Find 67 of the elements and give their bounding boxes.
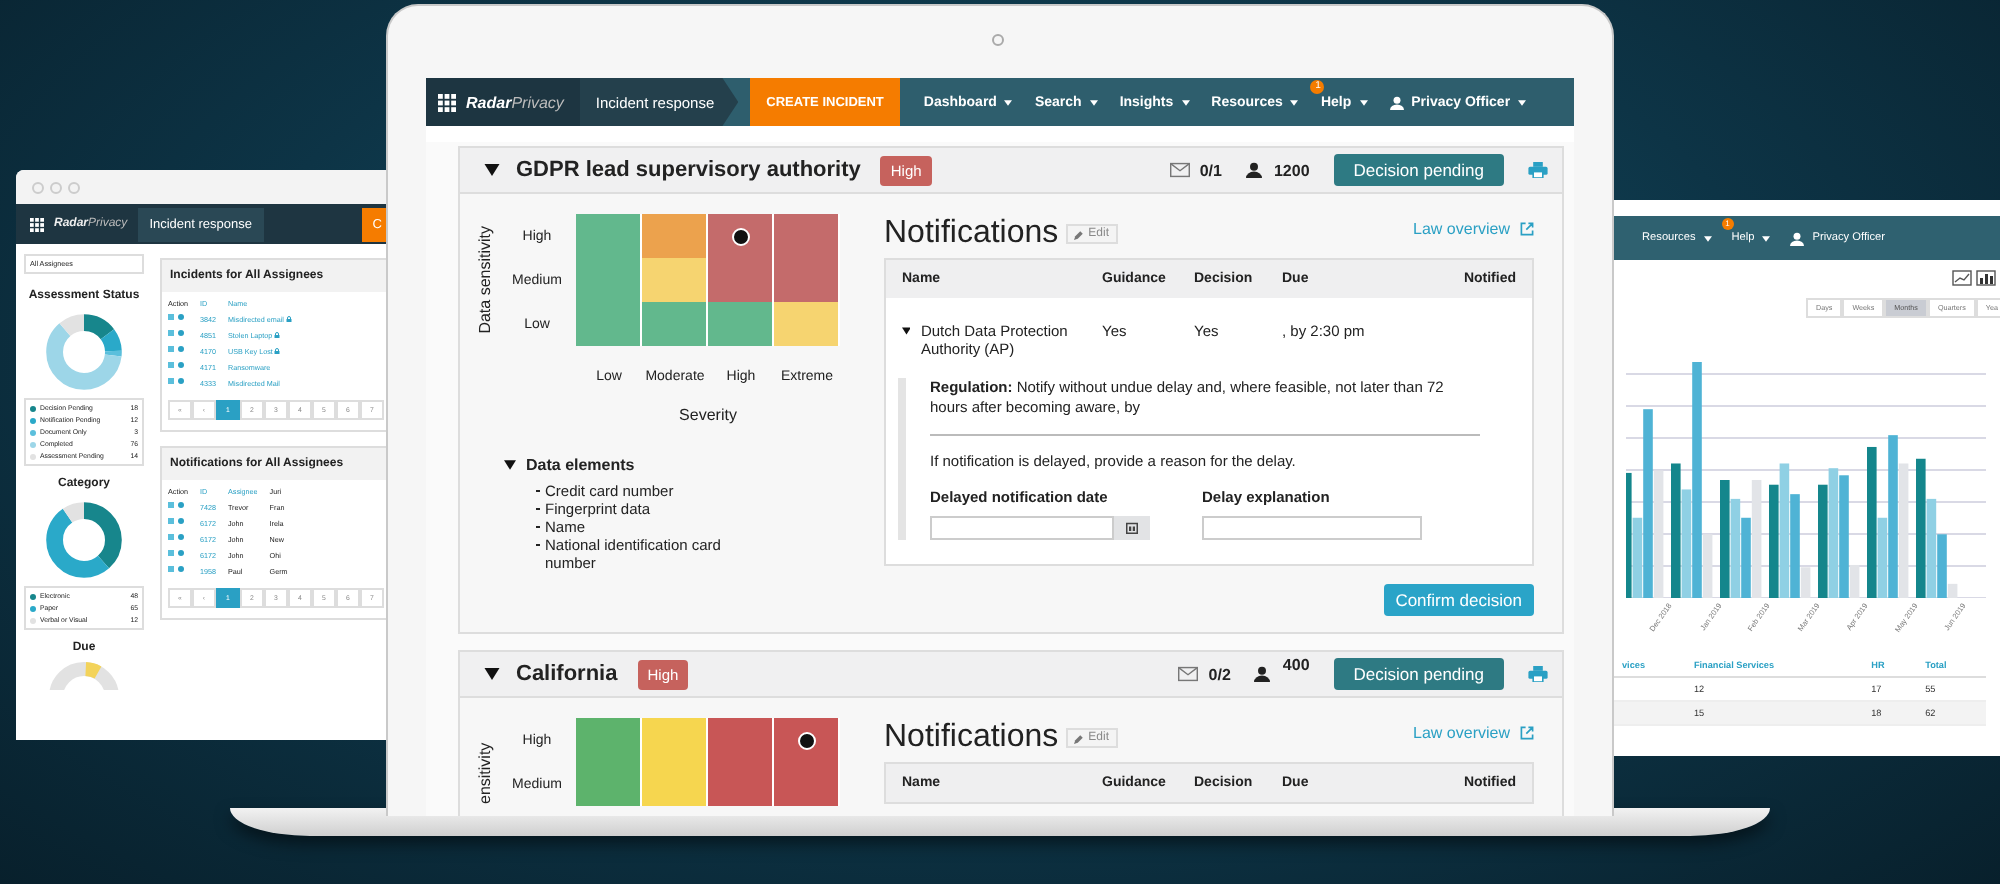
calendar-button[interactable] <box>1114 516 1150 540</box>
external-link-icon[interactable] <box>1520 221 1534 235</box>
bar-chart-icon[interactable] <box>1976 270 1996 286</box>
axis-title: Severity <box>677 406 739 424</box>
envelope-icon <box>1178 666 1199 682</box>
pencil-icon <box>1074 229 1085 239</box>
person-icon <box>1389 95 1404 109</box>
caret-icon <box>1181 99 1190 105</box>
confirm-button[interactable]: Confirm decision <box>1383 584 1534 616</box>
person-icon <box>1254 666 1271 682</box>
camera-icon <box>992 34 1004 46</box>
message-count: 0/2 <box>1208 665 1231 683</box>
circle-icon[interactable] <box>177 378 183 384</box>
panel-title: California <box>516 662 618 686</box>
axis-title: Data sensitivity <box>476 226 494 334</box>
circle-icon[interactable] <box>177 330 183 336</box>
caret-icon <box>1004 99 1013 105</box>
circle-icon[interactable] <box>177 534 183 540</box>
circle-icon[interactable] <box>177 346 183 352</box>
circle-icon[interactable] <box>177 502 183 508</box>
grid-icon[interactable] <box>30 217 44 231</box>
caret-icon <box>1359 99 1368 105</box>
printer-icon[interactable] <box>1528 666 1548 682</box>
list-title: Data elements <box>526 456 635 474</box>
marker-dot <box>798 731 816 749</box>
person-icon <box>1790 231 1805 245</box>
line-chart-icon[interactable] <box>1952 270 1972 286</box>
law-overview-link[interactable]: Law overview <box>1413 723 1510 741</box>
caret-icon <box>1762 235 1771 241</box>
panel-title: GDPR lead supervisory authority <box>516 158 861 182</box>
date-input-field[interactable] <box>930 516 1114 540</box>
lock-icon <box>285 315 292 322</box>
status-button[interactable]: Decision pending <box>1333 658 1504 690</box>
grid-icon[interactable] <box>438 93 456 111</box>
law-overview-link[interactable]: Law overview <box>1413 219 1510 237</box>
lock-icon <box>274 347 281 354</box>
printer-icon[interactable] <box>1528 162 1548 178</box>
circle-icon[interactable] <box>177 314 183 320</box>
envelope-icon <box>1169 162 1190 178</box>
caret-icon <box>1290 99 1299 105</box>
triangle-icon[interactable] <box>504 460 516 470</box>
caret-icon <box>1703 235 1712 241</box>
status-button[interactable]: Decision pending <box>1333 154 1504 186</box>
input-field[interactable] <box>1202 516 1422 540</box>
calendar-icon[interactable] <box>1126 522 1138 534</box>
marker-dot <box>732 227 750 245</box>
message-count: 0/1 <box>1199 161 1222 179</box>
pencil-icon <box>1074 733 1085 743</box>
people-count: 1200 <box>1273 161 1310 179</box>
section-title: Notifications <box>884 216 1059 252</box>
circle-icon[interactable] <box>177 550 183 556</box>
triangle-icon[interactable] <box>484 164 500 176</box>
donut-chart <box>42 498 126 582</box>
triangle-icon[interactable] <box>902 326 911 336</box>
circle-icon[interactable] <box>177 518 183 524</box>
external-link-icon[interactable] <box>1520 725 1534 739</box>
people-count: 400 <box>1282 656 1310 674</box>
caret-icon <box>1518 99 1527 105</box>
caret-icon <box>1089 99 1098 105</box>
lock-icon <box>274 331 281 338</box>
circle-icon[interactable] <box>177 362 183 368</box>
triangle-icon[interactable] <box>484 668 500 680</box>
axis-title: ensitivity <box>476 741 494 809</box>
donut-chart <box>42 310 126 394</box>
section-title: Notifications <box>884 720 1059 756</box>
person-icon <box>1245 162 1262 178</box>
circle-icon[interactable] <box>177 566 183 572</box>
